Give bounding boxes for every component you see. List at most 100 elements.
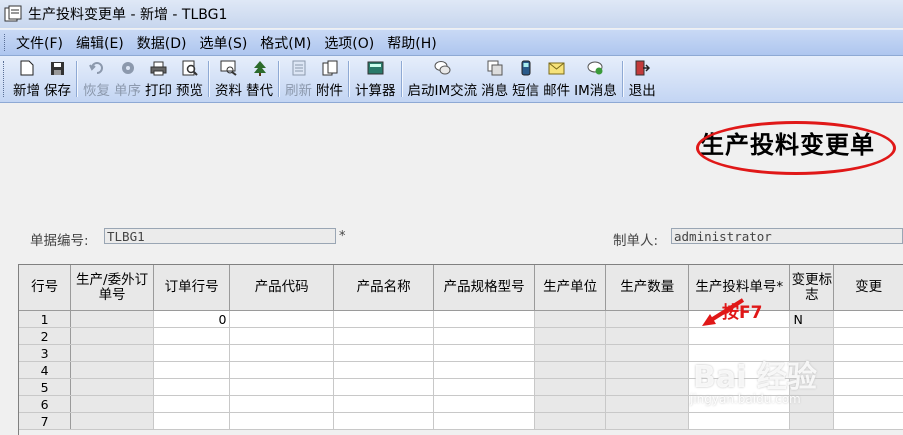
col-header[interactable]: 产品名称 bbox=[333, 265, 435, 311]
message-button[interactable]: 消息 bbox=[479, 59, 510, 99]
sms-button[interactable]: 短信 bbox=[510, 59, 541, 99]
change-flag-cell[interactable]: N bbox=[789, 310, 835, 328]
order-line-cell[interactable]: 0 bbox=[153, 310, 231, 328]
col-header[interactable]: 生产单位 bbox=[534, 265, 607, 311]
calculator-button[interactable]: 计算器 bbox=[353, 59, 398, 99]
menu-data[interactable]: 数据(D) bbox=[137, 33, 187, 53]
attachment-button[interactable]: 附件 bbox=[314, 59, 345, 99]
grid-cell[interactable] bbox=[833, 412, 903, 430]
grid-cell[interactable] bbox=[833, 310, 903, 328]
grid-cell[interactable] bbox=[433, 361, 535, 379]
change-flag-cell[interactable] bbox=[789, 412, 835, 430]
col-header[interactable]: 订单行号 bbox=[153, 265, 231, 311]
info-button[interactable]: 资料 bbox=[213, 59, 244, 99]
table-row[interactable]: 2 bbox=[19, 327, 903, 345]
grid-cell[interactable] bbox=[333, 412, 435, 430]
grid-cell[interactable] bbox=[433, 327, 535, 345]
grid-cell[interactable] bbox=[229, 310, 334, 328]
substitute-button[interactable]: 替代 bbox=[244, 59, 275, 99]
grid-cell[interactable] bbox=[229, 327, 334, 345]
grid-cell[interactable] bbox=[333, 361, 435, 379]
grid-cell[interactable] bbox=[534, 361, 607, 379]
change-flag-cell[interactable] bbox=[789, 327, 835, 345]
grid-cell[interactable] bbox=[70, 395, 154, 413]
im-message-button[interactable]: IM消息 bbox=[572, 59, 619, 99]
grid-cell[interactable] bbox=[534, 395, 607, 413]
grid-cell[interactable] bbox=[534, 310, 607, 328]
col-header[interactable]: 生产数量 bbox=[605, 265, 690, 311]
maker-field[interactable]: administrator bbox=[671, 228, 903, 244]
order-line-cell[interactable] bbox=[153, 361, 231, 379]
grid-cell[interactable] bbox=[433, 395, 535, 413]
grid-cell[interactable] bbox=[534, 344, 607, 362]
doc-no-field[interactable]: TLBG1 bbox=[104, 228, 336, 244]
restore-button[interactable]: 恢复 bbox=[81, 59, 112, 99]
grid-cell[interactable] bbox=[333, 327, 435, 345]
grid-cell[interactable] bbox=[605, 378, 690, 396]
grid-cell[interactable] bbox=[534, 378, 607, 396]
col-header[interactable]: 生产/委外订单号 bbox=[70, 265, 154, 311]
table-row[interactable]: 1 0 N bbox=[19, 310, 903, 328]
grid-cell[interactable] bbox=[433, 412, 535, 430]
grid-cell[interactable] bbox=[833, 361, 903, 379]
grid-cell[interactable] bbox=[229, 378, 334, 396]
grid-cell[interactable] bbox=[70, 412, 154, 430]
grid-cell[interactable] bbox=[333, 310, 435, 328]
order-line-cell[interactable] bbox=[153, 412, 231, 430]
order-line-cell[interactable] bbox=[153, 327, 231, 345]
grid-cell[interactable] bbox=[70, 378, 154, 396]
grid-cell[interactable] bbox=[70, 361, 154, 379]
grid-cell[interactable] bbox=[833, 395, 903, 413]
grid-cell[interactable] bbox=[605, 327, 690, 345]
menu-options[interactable]: 选项(O) bbox=[324, 33, 374, 53]
grid-cell[interactable] bbox=[433, 310, 535, 328]
order-line-cell[interactable] bbox=[153, 344, 231, 362]
grid-cell[interactable] bbox=[70, 327, 154, 345]
grid-cell[interactable] bbox=[605, 395, 690, 413]
menu-edit[interactable]: 编辑(E) bbox=[76, 33, 124, 53]
mail-button[interactable]: 邮件 bbox=[541, 59, 572, 99]
menubar-grip[interactable] bbox=[4, 34, 8, 51]
sequence-button[interactable]: 单序 bbox=[112, 59, 143, 99]
col-header[interactable]: 变更 bbox=[833, 265, 903, 311]
menu-select[interactable]: 选单(S) bbox=[199, 33, 247, 53]
save-button[interactable]: 保存 bbox=[42, 59, 73, 99]
grid-cell[interactable] bbox=[229, 412, 334, 430]
menu-help[interactable]: 帮助(H) bbox=[387, 33, 436, 53]
grid-cell[interactable] bbox=[534, 412, 607, 430]
order-line-cell[interactable] bbox=[153, 378, 231, 396]
toolbar-grip[interactable] bbox=[3, 61, 7, 97]
grid-cell[interactable] bbox=[433, 378, 535, 396]
new-button[interactable]: 新增 bbox=[11, 59, 42, 99]
col-header[interactable]: 产品代码 bbox=[229, 265, 334, 311]
grid-cell[interactable] bbox=[70, 344, 154, 362]
grid-cell[interactable] bbox=[70, 310, 154, 328]
grid-cell[interactable] bbox=[833, 344, 903, 362]
grid-cell[interactable] bbox=[229, 344, 334, 362]
grid-cell[interactable] bbox=[333, 378, 435, 396]
refresh-button[interactable]: 刷新 bbox=[283, 59, 314, 99]
menu-file[interactable]: 文件(F) bbox=[16, 33, 63, 53]
preview-button[interactable]: 预览 bbox=[174, 59, 205, 99]
grid-cell[interactable] bbox=[534, 327, 607, 345]
grid-cell[interactable] bbox=[688, 412, 791, 430]
im-start-button[interactable]: 启动IM交流 bbox=[406, 59, 480, 99]
grid-cell[interactable] bbox=[229, 395, 334, 413]
col-header[interactable]: 产品规格型号 bbox=[433, 265, 535, 311]
grid-cell[interactable] bbox=[833, 378, 903, 396]
print-button[interactable]: 打印 bbox=[143, 59, 174, 99]
menu-format[interactable]: 格式(M) bbox=[260, 33, 311, 53]
grid-cell[interactable] bbox=[333, 344, 435, 362]
grid-cell[interactable] bbox=[605, 344, 690, 362]
grid-cell[interactable] bbox=[605, 361, 690, 379]
grid-cell[interactable] bbox=[605, 412, 690, 430]
grid-cell[interactable] bbox=[605, 310, 690, 328]
col-header[interactable]: 行号 bbox=[19, 265, 72, 311]
grid-cell[interactable] bbox=[433, 344, 535, 362]
table-row[interactable]: 7 bbox=[19, 412, 903, 430]
grid-cell[interactable] bbox=[229, 361, 334, 379]
grid-cell[interactable] bbox=[333, 395, 435, 413]
grid-cell[interactable] bbox=[833, 327, 903, 345]
exit-button[interactable]: 退出 bbox=[627, 59, 658, 99]
col-header[interactable]: 变更标志 bbox=[789, 265, 835, 311]
